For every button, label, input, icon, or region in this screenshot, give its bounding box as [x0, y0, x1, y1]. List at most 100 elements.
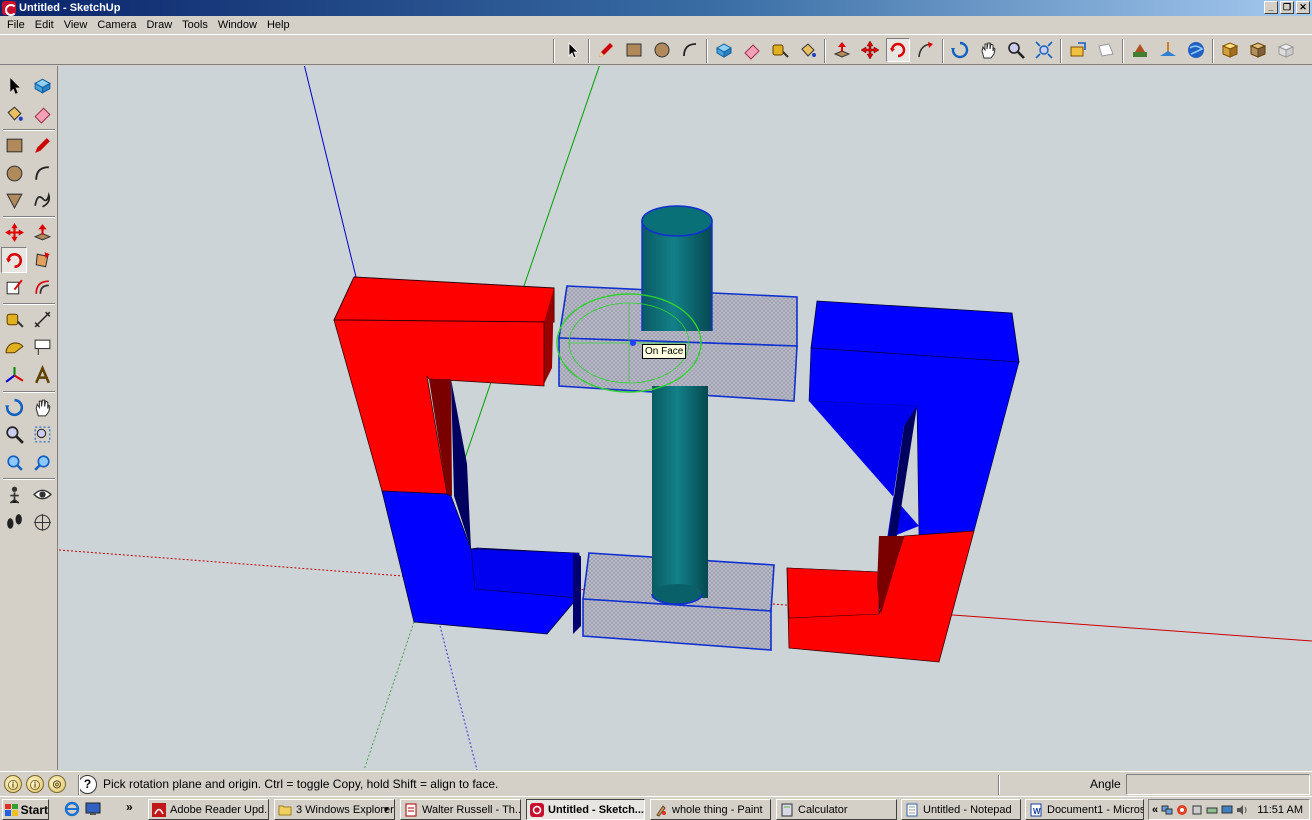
menu-help[interactable]: Help [262, 19, 295, 31]
task-calculator[interactable]: Calculator [776, 799, 897, 820]
eraser-icon[interactable] [740, 38, 764, 62]
paint-bucket-icon[interactable] [796, 38, 820, 62]
menu-view[interactable]: View [59, 19, 93, 31]
make-component-icon[interactable] [712, 38, 736, 62]
axes-icon[interactable] [1, 362, 27, 388]
pan-icon[interactable] [976, 38, 1000, 62]
tape-measure-icon[interactable] [768, 38, 792, 62]
protractor-icon[interactable] [1, 334, 27, 360]
look-around-icon[interactable] [29, 481, 55, 507]
blue-axis-dotted [438, 621, 478, 770]
rectangle-icon[interactable] [622, 38, 646, 62]
previous-view-icon[interactable] [1, 449, 27, 475]
scale-icon[interactable] [1, 274, 27, 300]
zoom-icon[interactable] [1004, 38, 1028, 62]
menu-file[interactable]: File [2, 19, 30, 31]
task-paint[interactable]: whole thing - Paint [650, 799, 771, 820]
credits-icon[interactable]: ⓘ [26, 775, 44, 793]
menu-edit[interactable]: Edit [30, 19, 59, 31]
make-component-icon[interactable] [29, 72, 55, 98]
next-view-icon[interactable] [29, 449, 55, 475]
text-icon[interactable] [29, 334, 55, 360]
instructor-help-icon[interactable]: ? [78, 774, 97, 794]
circle-icon[interactable] [1, 160, 27, 186]
right-magnet[interactable] [786, 300, 1020, 663]
zoom-icon[interactable] [1, 421, 27, 447]
tape-measure-icon[interactable] [1, 306, 27, 332]
walk-icon[interactable] [1, 509, 27, 535]
menu-camera[interactable]: Camera [92, 19, 141, 31]
menu-tools[interactable]: Tools [177, 19, 213, 31]
geo-location-icon[interactable]: ⓘ [4, 775, 22, 793]
orbit-icon[interactable] [948, 38, 972, 62]
zoom-window-icon[interactable] [29, 421, 55, 447]
circle-icon[interactable] [650, 38, 674, 62]
arc-icon[interactable] [678, 38, 702, 62]
offset-icon[interactable] [29, 274, 55, 300]
select-icon[interactable] [561, 38, 585, 62]
rotate-icon[interactable] [886, 38, 910, 62]
menu-window[interactable]: Window [213, 19, 262, 31]
internet-explorer-icon[interactable] [63, 800, 81, 818]
start-button[interactable]: Start [2, 799, 49, 820]
position-camera-icon[interactable] [1, 481, 27, 507]
display-icon[interactable] [1221, 804, 1233, 816]
task-walter-russell-pdf[interactable]: Walter Russell - Th... [400, 799, 521, 820]
menu-draw[interactable]: Draw [141, 19, 177, 31]
eraser-icon[interactable] [29, 100, 55, 126]
select-icon[interactable] [1, 72, 27, 98]
follow-me-icon[interactable] [29, 247, 55, 273]
rotate-icon[interactable] [1, 247, 27, 273]
network-icon[interactable] [1161, 804, 1173, 816]
move-icon[interactable] [1, 219, 27, 245]
task-word-document[interactable]: W Document1 - Micros... [1025, 799, 1144, 820]
rectangle-icon[interactable] [1, 132, 27, 158]
arc-icon[interactable] [29, 160, 55, 186]
measurements-input[interactable] [1126, 774, 1310, 795]
dimension-icon[interactable] [29, 306, 55, 332]
share-component-icon[interactable] [1246, 38, 1270, 62]
place-model-icon[interactable] [1274, 38, 1298, 62]
follow-me-icon[interactable] [914, 38, 938, 62]
get-models-icon[interactable] [1066, 38, 1090, 62]
show-desktop-icon[interactable] [84, 800, 102, 818]
close-button[interactable]: ✕ [1296, 1, 1310, 14]
safely-remove-icon[interactable] [1206, 804, 1218, 816]
pencil-icon[interactable] [594, 38, 618, 62]
model-scene[interactable] [59, 66, 1312, 770]
task-sketchup[interactable]: Untitled - Sketch... [526, 799, 645, 820]
task-adobe-reader-update[interactable]: Adobe Reader Upd... [148, 799, 269, 820]
antivirus-icon[interactable] [1176, 804, 1188, 816]
get-components-icon[interactable] [1218, 38, 1242, 62]
move-icon[interactable] [858, 38, 882, 62]
freehand-icon[interactable] [29, 187, 55, 213]
polygon-icon[interactable] [1, 187, 27, 213]
push-pull-icon[interactable] [830, 38, 854, 62]
toggle-terrain-icon[interactable] [1156, 38, 1180, 62]
pan-icon[interactable] [29, 394, 55, 420]
system-clock[interactable]: 11:51 AM [1257, 804, 1303, 816]
volume-icon[interactable] [1236, 804, 1248, 816]
task-notepad[interactable]: Untitled - Notepad [901, 799, 1021, 820]
task-windows-explorer-group[interactable]: 3 Windows Explorer ▼ [274, 799, 395, 820]
section-plane-icon[interactable] [29, 509, 55, 535]
push-pull-icon[interactable] [29, 219, 55, 245]
tray-expand-button[interactable]: « [1152, 804, 1158, 816]
sketchup-app-icon[interactable] [2, 1, 17, 16]
google-earth-icon[interactable] [1184, 38, 1208, 62]
paint-bucket-icon[interactable] [1, 100, 27, 126]
cylinder[interactable] [641, 205, 713, 605]
user-icon[interactable]: ◎ [48, 775, 66, 793]
restore-button[interactable]: ❐ [1280, 1, 1294, 14]
quick-launch-overflow[interactable]: » [126, 800, 133, 814]
line-icon[interactable] [29, 132, 55, 158]
minimize-button[interactable]: _ [1264, 1, 1278, 14]
device-icon[interactable] [1191, 804, 1203, 816]
share-model-icon[interactable] [1094, 38, 1118, 62]
3d-text-icon[interactable] [29, 362, 55, 388]
google-earth-place-icon[interactable] [1128, 38, 1152, 62]
orbit-icon[interactable] [1, 394, 27, 420]
left-magnet[interactable] [333, 276, 581, 635]
drawing-area[interactable]: On Face [59, 66, 1312, 770]
zoom-extents-icon[interactable] [1032, 38, 1056, 62]
